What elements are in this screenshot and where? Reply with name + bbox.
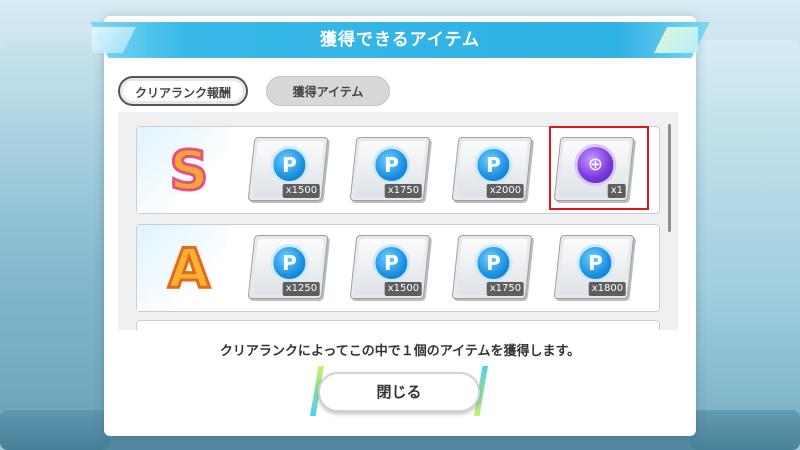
tab-obtained-items[interactable]: 獲得アイテム [266,76,390,106]
item-quantity: x1250 [282,282,320,296]
p-coin-icon: P [372,244,411,282]
item-quantity: x1750 [384,184,422,198]
background-scene-left [0,40,110,450]
rank-row-next [136,320,660,330]
reward-item[interactable]: P x1800 [553,235,635,299]
p-coin-icon: P [270,244,309,282]
p-coin-icon: P [576,244,615,282]
item-quantity: x2000 [486,184,524,198]
item-quantity: x1500 [384,282,422,296]
p-coin-icon: P [474,244,513,282]
dialog-title: 獲得できるアイテム [320,30,480,50]
close-button[interactable]: 閉じる [318,372,480,412]
rank-row-s: S P x1500 P x1750 P x2000 ⊕ x1 [136,126,660,214]
p-coin-icon: P [474,146,513,184]
reward-item[interactable]: P x1500 [247,137,329,201]
p-coin-icon: P [372,146,411,184]
dialog-caption: クリアランクによってこの中で１個のアイテムを獲得します。 [219,344,581,359]
reward-item[interactable]: P x1250 [247,235,329,299]
tab-clear-rank-rewards[interactable]: クリアランク報酬 [118,76,248,106]
p-coin-icon: P [270,146,309,184]
rank-a-label: A [167,237,212,300]
item-quantity: x1800 [588,282,626,296]
background-scene-right [690,40,800,450]
purple-orb-icon: ⊕ [574,144,617,186]
item-quantity: x1 [607,184,626,198]
item-quantity: x1750 [486,282,524,296]
reward-list[interactable]: S P x1500 P x1750 P x2000 ⊕ x1 A P x1250… [118,112,678,330]
reward-item[interactable]: P x1500 [349,235,431,299]
rank-s-label: S [168,139,210,202]
list-scrollbar[interactable] [668,124,671,232]
reward-item[interactable]: P x2000 [451,137,533,201]
reward-item[interactable]: P x1750 [451,235,533,299]
reward-item[interactable]: P x1750 [349,137,431,201]
rank-row-a: A P x1250 P x1500 P x1750 P x1800 [136,224,660,312]
item-quantity: x1500 [282,184,320,198]
reward-item[interactable]: ⊕ x1 [553,137,635,201]
